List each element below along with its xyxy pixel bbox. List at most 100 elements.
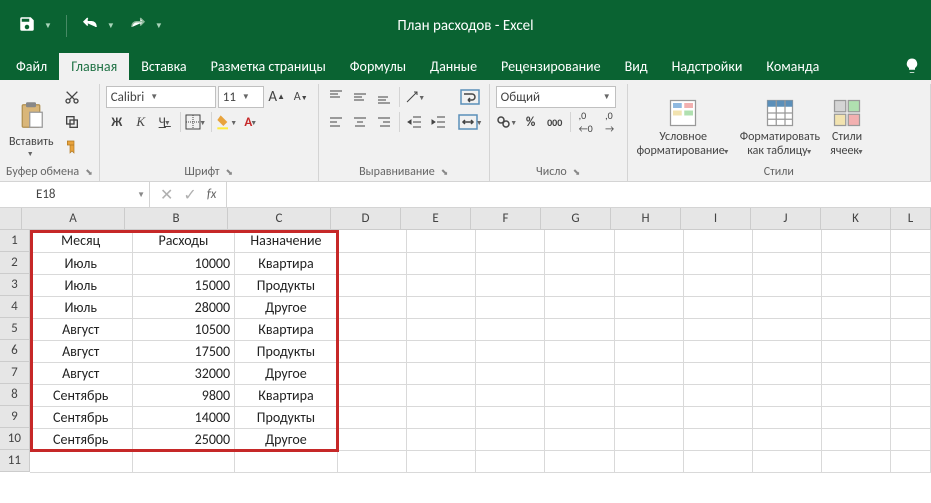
- cell-A10[interactable]: Сентябрь: [30, 428, 132, 450]
- cell-J2[interactable]: [752, 252, 821, 274]
- number-dialog-launcher[interactable]: ⬊: [573, 167, 581, 178]
- cell-C8[interactable]: Квартира: [235, 384, 338, 406]
- row-header-8[interactable]: 8: [0, 384, 30, 406]
- cell-D11[interactable]: [337, 450, 406, 472]
- conditional-formatting-button[interactable]: Условное форматирование▼: [634, 86, 733, 160]
- cell-J5[interactable]: [752, 318, 821, 340]
- cell-J11[interactable]: [752, 450, 821, 472]
- cell-D8[interactable]: [337, 384, 406, 406]
- cell-A4[interactable]: Июль: [30, 296, 132, 318]
- decrease-font-icon[interactable]: A▼: [290, 86, 312, 108]
- cell-C5[interactable]: Квартира: [235, 318, 338, 340]
- cell-H3[interactable]: [614, 274, 683, 296]
- cell-G6[interactable]: [545, 340, 614, 362]
- cell-H11[interactable]: [614, 450, 683, 472]
- redo-icon[interactable]: [129, 15, 147, 38]
- cell-C2[interactable]: Квартира: [235, 252, 338, 274]
- cell-G11[interactable]: [545, 450, 614, 472]
- align-bottom-icon[interactable]: [373, 86, 395, 108]
- increase-decimal-icon[interactable]: ,0←0: [575, 111, 597, 133]
- cell-B9[interactable]: 14000: [132, 406, 234, 428]
- cell-L11[interactable]: [891, 450, 931, 472]
- cell-D9[interactable]: [337, 406, 406, 428]
- cell-B5[interactable]: 10500: [132, 318, 234, 340]
- comma-icon[interactable]: 000: [544, 111, 566, 133]
- insert-function-icon[interactable]: fx: [207, 187, 217, 202]
- cell-H9[interactable]: [614, 406, 683, 428]
- cell-J10[interactable]: [752, 428, 821, 450]
- cell-B8[interactable]: 9800: [132, 384, 234, 406]
- cell-L1[interactable]: [891, 230, 931, 252]
- cell-K9[interactable]: [822, 406, 891, 428]
- cut-icon[interactable]: [61, 86, 83, 108]
- enter-formula-icon[interactable]: ✓: [183, 185, 196, 205]
- tab-addins[interactable]: Надстройки: [660, 53, 755, 80]
- cell-I10[interactable]: [683, 428, 752, 450]
- cell-styles-button[interactable]: Стили ячеек▼: [827, 86, 867, 160]
- redo-dropdown-arrow[interactable]: ▼: [155, 21, 163, 31]
- paste-button[interactable]: Вставить ▼: [6, 86, 57, 160]
- cell-D4[interactable]: [337, 296, 406, 318]
- column-header-H[interactable]: H: [611, 208, 681, 230]
- cell-A2[interactable]: Июль: [30, 252, 132, 274]
- cell-C9[interactable]: Продукты: [235, 406, 338, 428]
- cell-D2[interactable]: [337, 252, 406, 274]
- column-header-E[interactable]: E: [401, 208, 471, 230]
- cell-D5[interactable]: [337, 318, 406, 340]
- number-format-combo[interactable]: Общий▼: [496, 86, 616, 108]
- orientation-icon[interactable]: ▼: [404, 86, 426, 108]
- column-header-D[interactable]: D: [331, 208, 401, 230]
- cell-I7[interactable]: [683, 362, 752, 384]
- cell-L5[interactable]: [891, 318, 931, 340]
- cell-G3[interactable]: [545, 274, 614, 296]
- save-icon[interactable]: [18, 15, 36, 38]
- cell-I11[interactable]: [683, 450, 752, 472]
- tab-team[interactable]: Команда: [754, 53, 831, 80]
- decrease-decimal-icon[interactable]: ,0→: [599, 111, 621, 133]
- cell-G1[interactable]: [545, 230, 614, 252]
- cell-B4[interactable]: 28000: [132, 296, 234, 318]
- cell-F4[interactable]: [476, 296, 545, 318]
- row-header-11[interactable]: 11: [0, 450, 30, 472]
- increase-indent-icon[interactable]: [428, 111, 450, 133]
- cell-B6[interactable]: 17500: [132, 340, 234, 362]
- cell-H6[interactable]: [614, 340, 683, 362]
- cell-E1[interactable]: [406, 230, 475, 252]
- cell-I3[interactable]: [683, 274, 752, 296]
- column-header-I[interactable]: I: [681, 208, 751, 230]
- cell-J3[interactable]: [752, 274, 821, 296]
- italic-button[interactable]: К: [130, 111, 152, 133]
- row-headers[interactable]: 1234567891011: [0, 230, 30, 473]
- cell-C7[interactable]: Другое: [235, 362, 338, 384]
- cell-D6[interactable]: [337, 340, 406, 362]
- cell-B2[interactable]: 10000: [132, 252, 234, 274]
- cell-J7[interactable]: [752, 362, 821, 384]
- cells-area[interactable]: МесяцРасходыНазначениеИюль10000КвартираИ…: [30, 230, 931, 473]
- cell-B1[interactable]: Расходы: [132, 230, 234, 252]
- copy-icon[interactable]: [61, 111, 83, 133]
- cell-K3[interactable]: [822, 274, 891, 296]
- column-header-A[interactable]: A: [22, 208, 125, 230]
- row-header-7[interactable]: 7: [0, 362, 30, 384]
- cell-F6[interactable]: [476, 340, 545, 362]
- row-header-1[interactable]: 1: [0, 230, 30, 252]
- cell-L7[interactable]: [891, 362, 931, 384]
- column-headers[interactable]: ABCDEFGHIJKL: [22, 208, 931, 230]
- formula-bar[interactable]: [226, 182, 931, 207]
- cell-A7[interactable]: Август: [30, 362, 132, 384]
- column-header-G[interactable]: G: [541, 208, 611, 230]
- cell-G9[interactable]: [545, 406, 614, 428]
- tab-insert[interactable]: Вставка: [129, 53, 198, 80]
- cell-K5[interactable]: [822, 318, 891, 340]
- column-header-K[interactable]: K: [821, 208, 891, 230]
- cell-H4[interactable]: [614, 296, 683, 318]
- cell-F3[interactable]: [476, 274, 545, 296]
- column-header-B[interactable]: B: [125, 208, 228, 230]
- cell-L9[interactable]: [891, 406, 931, 428]
- cell-J6[interactable]: [752, 340, 821, 362]
- font-dialog-launcher[interactable]: ⬊: [226, 167, 234, 178]
- cell-F7[interactable]: [476, 362, 545, 384]
- column-header-F[interactable]: F: [471, 208, 541, 230]
- cell-G7[interactable]: [545, 362, 614, 384]
- clipboard-dialog-launcher[interactable]: ⬊: [85, 167, 93, 178]
